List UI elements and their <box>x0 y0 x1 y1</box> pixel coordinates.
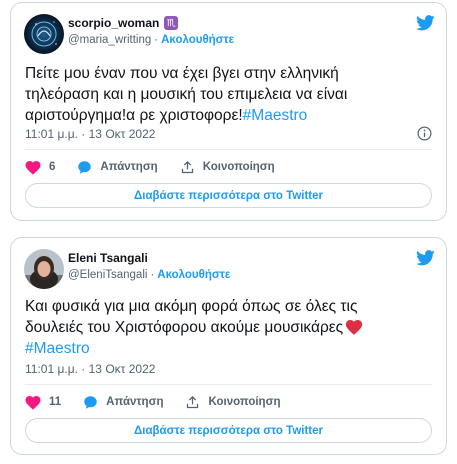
action-bar: 6 Απάντηση Κοινοποίηση <box>25 157 432 177</box>
share-label: Κοινοποίηση <box>208 396 281 408</box>
divider <box>25 149 432 150</box>
tweet-card: scorpio_woman ♏ @maria_writting · Ακολουθή… <box>10 2 447 221</box>
action-bar: 11 Απάντηση Κοινοποίηση <box>25 392 432 412</box>
tweet-text-line: δουλειές του Χριστόφορου ακούμε μουσικάρ… <box>25 317 432 338</box>
reply-bubble-icon <box>78 160 92 174</box>
avatar[interactable] <box>24 249 64 289</box>
user-handle[interactable]: @maria_writting <box>68 34 151 46</box>
reply-label: Απάντηση <box>106 396 164 408</box>
timestamp[interactable]: 11:01 μ.μ. · 13 Οκτ 2022 <box>25 127 155 141</box>
heart-icon <box>25 395 41 410</box>
read-more-button[interactable]: Διαβάστε περισσότερα στο Twitter <box>25 183 432 208</box>
info-icon[interactable] <box>417 126 432 141</box>
heart-icon <box>25 160 41 175</box>
reply-label: Απάντηση <box>100 161 158 173</box>
share-icon <box>181 160 193 173</box>
read-more-button[interactable]: Διαβάστε περισσότερα στο Twitter <box>25 418 432 443</box>
scorpio-badge-icon: ♏ <box>164 16 179 30</box>
tweet-card: Eleni Tsangali @EleniTsangali · Ακολουθήστ… <box>10 237 447 455</box>
follow-button[interactable]: Ακολουθήστε <box>157 269 230 281</box>
reply-button[interactable]: Απάντηση <box>83 395 163 410</box>
like-count: 11 <box>49 396 62 408</box>
divider <box>25 384 432 385</box>
twitter-bird-icon[interactable] <box>416 15 435 31</box>
separator-dot: · <box>154 34 159 46</box>
tweet-text-fragment: αριστούργημα!α ρε χριστοφορε! <box>25 107 243 124</box>
hashtag-link[interactable]: #Maestro <box>243 107 308 124</box>
user-name[interactable]: scorpio_woman <box>68 16 159 30</box>
tweet-text-fragment: δουλειές του Χριστόφορου ακούμε μουσικάρ… <box>25 319 344 336</box>
red-heart-emoji-icon <box>346 319 363 335</box>
user-name-line[interactable]: Eleni Tsangali <box>68 251 148 265</box>
share-button[interactable]: Κοινοποίηση <box>180 160 275 175</box>
like-button[interactable]: 6 <box>25 160 55 175</box>
separator-dot: · <box>150 269 155 281</box>
share-label: Κοινοποίηση <box>202 161 275 173</box>
user-name[interactable]: Eleni Tsangali <box>68 251 148 265</box>
tweet-text-line: τηλεόραση και η μουσική του επιμελεια να… <box>25 86 348 103</box>
like-count: 6 <box>49 161 56 173</box>
tweet-text-line: Πείτε μου έναν που να έχει βγει στην ελλ… <box>25 65 339 82</box>
reply-button[interactable]: Απάντηση <box>77 160 158 175</box>
hashtag-link[interactable]: #Maestro <box>25 340 90 357</box>
user-handle[interactable]: @EleniTsangali <box>68 269 147 281</box>
share-icon <box>187 395 199 408</box>
tweet-text-line: Και φυσικά για μια ακόμη φορά όπως σε όλ… <box>25 298 358 315</box>
tweet-text-line: #Maestro <box>25 338 432 359</box>
twitter-bird-icon[interactable] <box>416 250 435 266</box>
tweet-text: Και φυσικά για μια ακόμη φορά όπως σε όλ… <box>25 296 432 359</box>
tweet-text: Πείτε μου έναν που να έχει βγει στην ελλ… <box>25 63 432 126</box>
like-button[interactable]: 11 <box>25 395 61 410</box>
tweet-text-line: αριστούργημα!α ρε χριστοφορε!#Maestro <box>25 105 432 126</box>
timestamp[interactable]: 11:01 μ.μ. · 13 Οκτ 2022 <box>25 362 155 376</box>
avatar[interactable] <box>24 14 64 54</box>
follow-button[interactable]: Ακολουθήστε <box>161 34 234 46</box>
reply-bubble-icon <box>84 395 97 409</box>
user-name-line[interactable]: scorpio_woman ♏ <box>68 16 179 30</box>
handle-line: @EleniTsangali · Ακολουθήστε <box>68 269 230 281</box>
share-button[interactable]: Κοινοποίηση <box>185 395 280 410</box>
handle-line: @maria_writting · Ακολουθήστε <box>68 34 234 46</box>
